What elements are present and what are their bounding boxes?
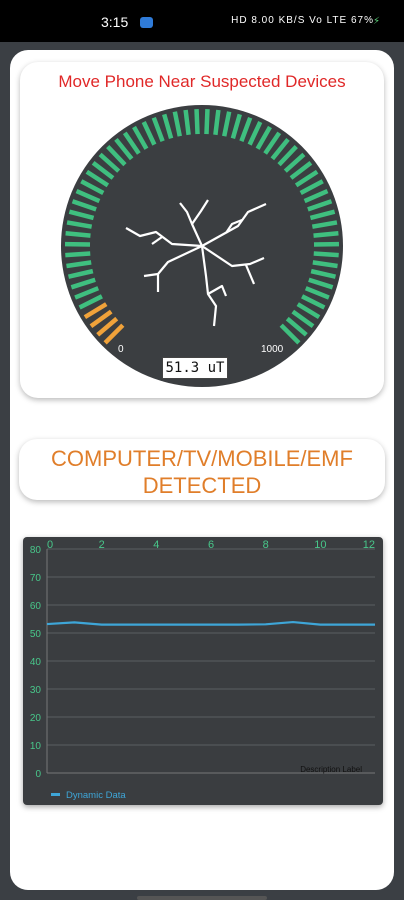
detection-status: COMPUTER/TV/MOBILE/EMF DETECTED	[19, 445, 385, 499]
y-tick-label: 60	[30, 601, 42, 612]
series-line-dynamic-data	[46, 620, 375, 626]
gauge-tick	[65, 231, 91, 238]
x-tick-label: 2	[99, 539, 105, 551]
line-chart-panel: 0 10 20 30 40 50 60 70 80 0 2 4 6 8 10 12 Description La…	[23, 537, 383, 805]
y-tick-label: 50	[30, 629, 42, 640]
app-sheet: Move Phone Near Suspected Devices 0 1000…	[10, 50, 394, 890]
gauge-tick	[213, 109, 221, 136]
gauge-tick	[194, 109, 200, 135]
status-indicators: HD 8.00 KB/S Vo LTE 67%	[231, 15, 374, 26]
y-tick-label: 40	[30, 657, 42, 668]
status-time: 3:15	[101, 14, 129, 30]
y-tick-label: 20	[30, 713, 42, 724]
y-tick-label: 80	[30, 545, 42, 556]
legend-label: Dynamic Data	[66, 790, 126, 801]
gauge-tick	[204, 109, 210, 135]
gauge-tick	[183, 109, 191, 136]
x-tick-label: 8	[263, 539, 269, 551]
y-tick-label: 10	[30, 741, 42, 752]
legend-swatch	[51, 793, 60, 796]
gauge-tick	[65, 251, 91, 258]
gauge-title: Move Phone Near Suspected Devices	[58, 72, 346, 91]
gauge-tick	[313, 251, 339, 258]
emf-gauge	[61, 105, 343, 387]
detection-line-2: DETECTED	[142, 473, 262, 498]
cloud-icon	[140, 17, 153, 28]
chart-description-label: Description Label	[300, 765, 362, 774]
gauge-tick	[313, 231, 339, 238]
x-tick-label: 6	[208, 539, 214, 551]
y-tick-label: 70	[30, 573, 42, 584]
gauge-value-readout: 51.3 uT	[162, 357, 228, 379]
line-chart: 0 10 20 30 40 50 60 70 80 0 2 4 6 8 10 12 Description La…	[30, 539, 375, 801]
battery-charging-icon: ⚡	[372, 16, 380, 27]
gauge-min-label: 0	[118, 344, 124, 355]
gesture-nav-bar	[137, 896, 267, 900]
x-tick-label: 4	[153, 539, 159, 551]
detection-line-1: COMPUTER/TV/MOBILE/EMF	[51, 446, 353, 471]
status-bar: 3:15 HD 8.00 KB/S Vo LTE 67% ⚡	[0, 0, 404, 42]
x-tick-label: 0	[47, 539, 53, 551]
gauge-card: Move Phone Near Suspected Devices 0 1000…	[20, 62, 384, 398]
detection-card: COMPUTER/TV/MOBILE/EMF DETECTED	[19, 439, 385, 500]
x-tick-label: 12	[363, 539, 375, 551]
gauge-max-label: 1000	[261, 344, 284, 355]
x-tick-label: 10	[314, 539, 326, 551]
y-tick-label: 0	[35, 769, 41, 780]
y-tick-label: 30	[30, 685, 42, 696]
